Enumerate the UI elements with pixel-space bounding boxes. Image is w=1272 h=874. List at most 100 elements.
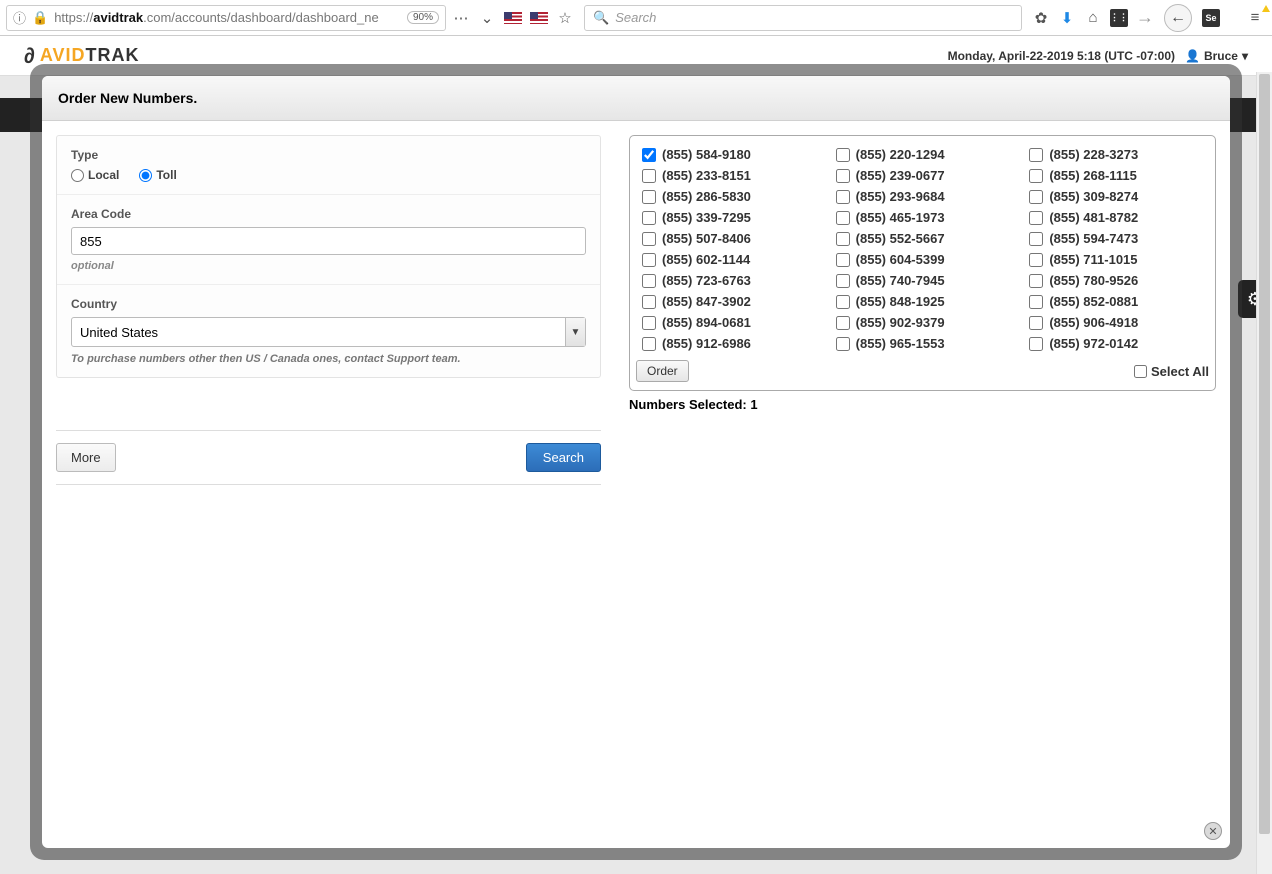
number-checkbox[interactable]: [1029, 337, 1043, 351]
radio-local[interactable]: Local: [71, 168, 119, 182]
number-label: (855) 293-9684: [856, 189, 945, 204]
number-item[interactable]: (855) 912-6986: [636, 335, 822, 352]
more-icon[interactable]: ⋯: [450, 7, 472, 29]
number-item[interactable]: (855) 268-1115: [1023, 167, 1209, 184]
user-menu[interactable]: 👤 Bruce ▾: [1185, 49, 1248, 63]
number-checkbox[interactable]: [642, 169, 656, 183]
chevron-down-icon: ▾: [1242, 49, 1248, 63]
radio-toll[interactable]: Toll: [139, 168, 176, 182]
number-checkbox[interactable]: [836, 337, 850, 351]
number-item[interactable]: (855) 286-5830: [636, 188, 822, 205]
pocket-icon[interactable]: ⌄: [476, 7, 498, 29]
number-item[interactable]: (855) 293-9684: [830, 188, 1016, 205]
number-checkbox[interactable]: [1029, 253, 1043, 267]
number-item[interactable]: (855) 711-1015: [1023, 251, 1209, 268]
number-item[interactable]: (855) 740-7945: [830, 272, 1016, 289]
number-item[interactable]: (855) 220-1294: [830, 146, 1016, 163]
number-label: (855) 220-1294: [856, 147, 945, 162]
number-item[interactable]: (855) 594-7473: [1023, 230, 1209, 247]
number-checkbox[interactable]: [1029, 232, 1043, 246]
scrollbar[interactable]: [1256, 72, 1272, 874]
number-label: (855) 309-8274: [1049, 189, 1138, 204]
number-checkbox[interactable]: [642, 211, 656, 225]
number-checkbox[interactable]: [836, 169, 850, 183]
number-checkbox[interactable]: [836, 190, 850, 204]
number-checkbox[interactable]: [836, 253, 850, 267]
number-checkbox[interactable]: [1029, 316, 1043, 330]
number-checkbox[interactable]: [1029, 295, 1043, 309]
number-label: (855) 228-3273: [1049, 147, 1138, 162]
number-item[interactable]: (855) 228-3273: [1023, 146, 1209, 163]
menu-icon[interactable]: ≡: [1244, 7, 1266, 29]
number-item[interactable]: (855) 965-1553: [830, 335, 1016, 352]
star-icon[interactable]: ☆: [554, 7, 576, 29]
number-checkbox[interactable]: [642, 337, 656, 351]
number-checkbox[interactable]: [836, 316, 850, 330]
number-item[interactable]: (855) 507-8406: [636, 230, 822, 247]
area-code-input[interactable]: [71, 227, 586, 255]
number-label: (855) 912-6986: [662, 336, 751, 351]
number-item[interactable]: (855) 584-9180: [636, 146, 822, 163]
number-checkbox[interactable]: [642, 295, 656, 309]
number-label: (855) 584-9180: [662, 147, 751, 162]
number-item[interactable]: (855) 894-0681: [636, 314, 822, 331]
number-item[interactable]: (855) 239-0677: [830, 167, 1016, 184]
number-checkbox[interactable]: [642, 190, 656, 204]
number-item[interactable]: (855) 602-1144: [636, 251, 822, 268]
number-item[interactable]: (855) 847-3902: [636, 293, 822, 310]
scrollbar-thumb[interactable]: [1259, 74, 1270, 834]
search-button[interactable]: Search: [526, 443, 601, 472]
number-checkbox[interactable]: [1029, 148, 1043, 162]
number-item[interactable]: (855) 902-9379: [830, 314, 1016, 331]
country-select[interactable]: United States ▼: [71, 317, 586, 347]
number-checkbox[interactable]: [1029, 211, 1043, 225]
number-checkbox[interactable]: [642, 274, 656, 288]
number-item[interactable]: (855) 723-6763: [636, 272, 822, 289]
number-label: (855) 481-8782: [1049, 210, 1138, 225]
number-checkbox[interactable]: [642, 316, 656, 330]
zoom-level[interactable]: 90%: [407, 11, 439, 24]
back-button[interactable]: ←: [1164, 4, 1192, 32]
number-label: (855) 233-8151: [662, 168, 751, 183]
number-checkbox[interactable]: [1029, 274, 1043, 288]
number-checkbox[interactable]: [836, 232, 850, 246]
numbers-panel: (855) 584-9180 (855) 220-1294 (855) 228-32…: [629, 135, 1216, 391]
flag-icon: [502, 7, 524, 29]
number-checkbox[interactable]: [642, 232, 656, 246]
download-icon[interactable]: ⬇: [1056, 7, 1078, 29]
number-item[interactable]: (855) 552-5667: [830, 230, 1016, 247]
number-item[interactable]: (855) 848-1925: [830, 293, 1016, 310]
forward-icon[interactable]: →: [1134, 7, 1156, 29]
home-icon[interactable]: ⌂: [1082, 7, 1104, 29]
number-item[interactable]: (855) 906-4918: [1023, 314, 1209, 331]
number-checkbox[interactable]: [836, 148, 850, 162]
number-item[interactable]: (855) 233-8151: [636, 167, 822, 184]
number-checkbox[interactable]: [642, 253, 656, 267]
number-item[interactable]: (855) 852-0881: [1023, 293, 1209, 310]
number-checkbox[interactable]: [642, 148, 656, 162]
order-button[interactable]: Order: [636, 360, 689, 382]
close-icon[interactable]: ✕: [1204, 822, 1222, 840]
search-bar[interactable]: 🔍 Search: [584, 5, 1022, 31]
se-icon[interactable]: Se: [1200, 7, 1222, 29]
number-checkbox[interactable]: [836, 295, 850, 309]
app-icon[interactable]: ⋮⋮: [1108, 7, 1130, 29]
number-item[interactable]: (855) 780-9526: [1023, 272, 1209, 289]
number-item[interactable]: (855) 604-5399: [830, 251, 1016, 268]
number-checkbox[interactable]: [836, 211, 850, 225]
area-code-label: Area Code: [71, 207, 586, 221]
address-bar[interactable]: ⓘ 🔒 https://avidtrak.com/accounts/dashbo…: [6, 5, 446, 31]
header-datetime: Monday, April-22-2019 5:18 (UTC -07:00): [948, 49, 1175, 63]
number-checkbox[interactable]: [1029, 169, 1043, 183]
library-icon[interactable]: ✿: [1030, 7, 1052, 29]
number-checkbox[interactable]: [836, 274, 850, 288]
number-item[interactable]: (855) 339-7295: [636, 209, 822, 226]
area-code-hint: optional: [71, 260, 586, 272]
select-all[interactable]: Select All: [1134, 364, 1209, 379]
number-checkbox[interactable]: [1029, 190, 1043, 204]
number-item[interactable]: (855) 972-0142: [1023, 335, 1209, 352]
number-item[interactable]: (855) 465-1973: [830, 209, 1016, 226]
number-item[interactable]: (855) 309-8274: [1023, 188, 1209, 205]
more-button[interactable]: More: [56, 443, 116, 472]
number-item[interactable]: (855) 481-8782: [1023, 209, 1209, 226]
